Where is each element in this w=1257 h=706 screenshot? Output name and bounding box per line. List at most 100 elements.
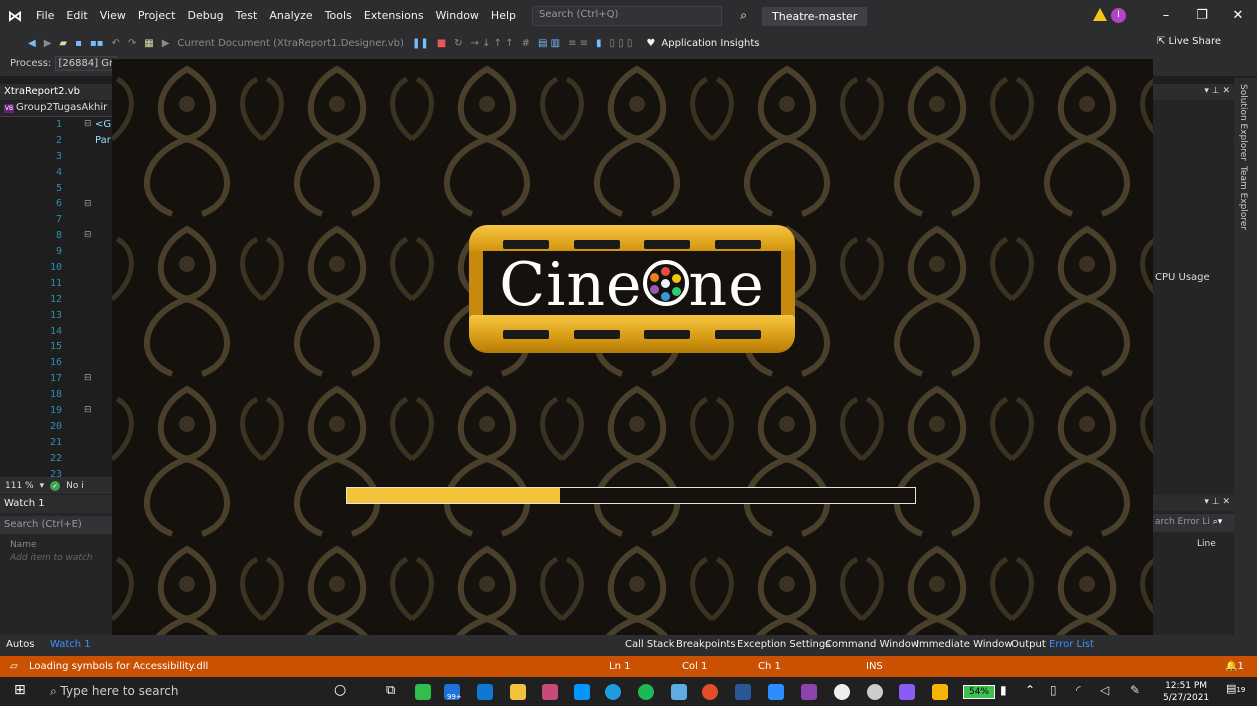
bookmark-nav-icons[interactable]: ▯ ▯ ▯ xyxy=(610,38,633,49)
volume-icon[interactable]: ◁ xyxy=(1100,683,1116,699)
vscode-icon[interactable] xyxy=(574,684,590,700)
menu-debug[interactable]: Debug xyxy=(181,0,229,32)
bookmark-icon[interactable]: ▮ xyxy=(596,38,602,49)
visual-studio-icon[interactable] xyxy=(899,684,915,700)
notifications-bell-icon[interactable]: 🔔1 xyxy=(1225,661,1244,672)
comment-icons[interactable]: ≡ ≡ xyxy=(568,38,588,49)
chrome-icon[interactable] xyxy=(702,684,718,700)
spotify-icon[interactable] xyxy=(638,684,654,700)
continue-icon[interactable]: ▶ xyxy=(162,38,170,49)
user-avatar[interactable]: I xyxy=(1111,8,1126,23)
tab-breakpoints[interactable]: Breakpoints xyxy=(676,639,736,650)
watch-search-input[interactable]: Search (Ctrl+E) xyxy=(0,516,112,534)
zoom-level[interactable]: 111 % xyxy=(5,481,34,491)
stop-icon[interactable]: ■ xyxy=(437,38,446,49)
find-icon[interactable]: ▦ xyxy=(144,38,153,49)
redo-icon[interactable]: ↷ xyxy=(128,38,136,49)
layout-icons[interactable]: ▤ ▥ xyxy=(538,38,560,49)
document-tab[interactable]: XtraReport2.vb xyxy=(0,84,112,100)
minimize-button[interactable]: – xyxy=(1148,0,1184,32)
status-line[interactable]: Ln 1 xyxy=(609,661,630,672)
action-center-icon[interactable]: ▤19 xyxy=(1226,682,1245,698)
step-icons[interactable]: → ↓ ↑ ↑ xyxy=(471,38,514,49)
taskbar-search-input[interactable]: ⌕ Type here to search xyxy=(40,681,310,703)
pen-icon[interactable]: ✎ xyxy=(1130,683,1146,699)
mail-icon[interactable]: 99+ xyxy=(444,684,462,701)
cortana-icon[interactable]: ○ xyxy=(334,682,350,698)
back-icon[interactable]: ◀ xyxy=(28,38,36,49)
photos-icon[interactable] xyxy=(542,684,558,700)
navigation-bar[interactable]: VB Group2TugasAkhir xyxy=(0,101,112,117)
line-column-header[interactable]: Line xyxy=(1197,539,1216,549)
menu-project[interactable]: Project xyxy=(132,0,182,32)
live-share-button[interactable]: ⇱ Live Share xyxy=(1157,36,1221,47)
warning-icon[interactable] xyxy=(1093,8,1107,21)
error-list-search-input[interactable]: arch Error Li ⌕▾ xyxy=(1153,514,1234,532)
search-icon[interactable]: ⌕▾ xyxy=(1213,517,1223,527)
zoom-icon[interactable] xyxy=(768,684,784,700)
tab-autos[interactable]: Autos xyxy=(6,639,34,650)
windows-start-icon[interactable]: ⊞ xyxy=(14,682,30,698)
panel-controls-icon[interactable]: ▾ ⊥ ✕ xyxy=(1204,497,1230,507)
pause-icon[interactable]: ❚❚ xyxy=(412,38,429,49)
menu-tools[interactable]: Tools xyxy=(319,0,358,32)
code-editor[interactable]: XtraReport2.vb VB Group2TugasAkhir 123456… xyxy=(0,84,112,494)
word-icon[interactable] xyxy=(735,684,751,700)
line-app-icon[interactable] xyxy=(415,684,431,700)
visual-studio-logo-icon[interactable]: ⋈ xyxy=(0,0,30,32)
process-dropdown[interactable]: [26884] Gr xyxy=(54,56,118,71)
status-column[interactable]: Col 1 xyxy=(682,661,707,672)
store-icon[interactable] xyxy=(477,684,493,700)
tab-exception-settings[interactable]: Exception Settings xyxy=(737,639,830,650)
team-explorer-tab[interactable]: Team Explorer xyxy=(1238,166,1248,230)
save-icon[interactable]: ▪ xyxy=(75,38,82,49)
settings-gear-icon[interactable] xyxy=(867,684,883,700)
battery-indicator[interactable]: 54% xyxy=(963,685,995,699)
fold-toggle-icon[interactable]: ⊟ xyxy=(84,119,92,129)
fold-toggle-icon[interactable]: ⊟ xyxy=(84,199,92,209)
menu-help[interactable]: Help xyxy=(485,0,522,32)
save-all-icon[interactable]: ▪▪ xyxy=(90,38,104,49)
task-view-icon[interactable]: ⧉ xyxy=(386,683,402,699)
tab-call-stack[interactable]: Call Stack xyxy=(625,639,675,650)
edge-icon[interactable] xyxy=(605,684,621,700)
close-button[interactable]: ✕ xyxy=(1220,0,1256,32)
fold-toggle-icon[interactable]: ⊟ xyxy=(84,405,92,415)
current-document-dropdown[interactable]: Current Document (XtraReport1.Designer.v… xyxy=(177,38,404,49)
restore-button[interactable]: ❐ xyxy=(1184,0,1220,32)
panel-controls-icon[interactable]: ▾ ⊥ ✕ xyxy=(1204,86,1230,96)
menu-edit[interactable]: Edit xyxy=(60,0,93,32)
github-icon[interactable] xyxy=(834,684,850,700)
tab-error-list[interactable]: Error List xyxy=(1049,639,1094,650)
watch-add-item[interactable]: Add item to watch xyxy=(0,552,112,564)
menu-file[interactable]: File xyxy=(30,0,60,32)
tab-command-window[interactable]: Command Window xyxy=(825,639,919,650)
tab-watch[interactable]: Watch 1 xyxy=(50,639,91,650)
status-insert-mode[interactable]: INS xyxy=(866,661,883,672)
application-insights-button[interactable]: Application Insights xyxy=(661,38,759,49)
search-icon[interactable]: ⌕ xyxy=(740,8,747,23)
menu-extensions[interactable]: Extensions xyxy=(358,0,430,32)
file-explorer-icon[interactable] xyxy=(510,684,526,700)
taskbar-clock[interactable]: 12:51 PM 5/27/2021 xyxy=(1163,680,1209,704)
restart-icon[interactable]: ↻ xyxy=(454,38,462,49)
wifi-icon[interactable]: ◜ xyxy=(1076,683,1092,699)
open-icon[interactable]: ▰ xyxy=(59,38,67,49)
forward-icon[interactable]: ▶ xyxy=(44,38,52,49)
theatre-app-icon[interactable] xyxy=(932,684,948,700)
search-input[interactable]: Search (Ctrl+Q) ⌕ xyxy=(532,6,747,26)
solution-explorer-tab[interactable]: Solution Explorer xyxy=(1238,84,1248,161)
fold-toggle-icon[interactable]: ⊟ xyxy=(84,230,92,240)
issues-status[interactable]: No i xyxy=(66,481,84,491)
zoom-dropdown-icon[interactable]: ▾ xyxy=(40,481,45,491)
tablet-icon[interactable]: ▯ xyxy=(1050,683,1066,699)
menu-test[interactable]: Test xyxy=(230,0,264,32)
app-insights-icon[interactable]: ♥ xyxy=(646,38,655,49)
menu-analyze[interactable]: Analyze xyxy=(263,0,318,32)
tray-chevron-icon[interactable]: ⌃ xyxy=(1025,683,1041,699)
winrar-icon[interactable] xyxy=(801,684,817,700)
status-char[interactable]: Ch 1 xyxy=(758,661,781,672)
menu-view[interactable]: View xyxy=(94,0,132,32)
teams-icon[interactable] xyxy=(671,684,687,700)
undo-icon[interactable]: ↶ xyxy=(111,38,119,49)
